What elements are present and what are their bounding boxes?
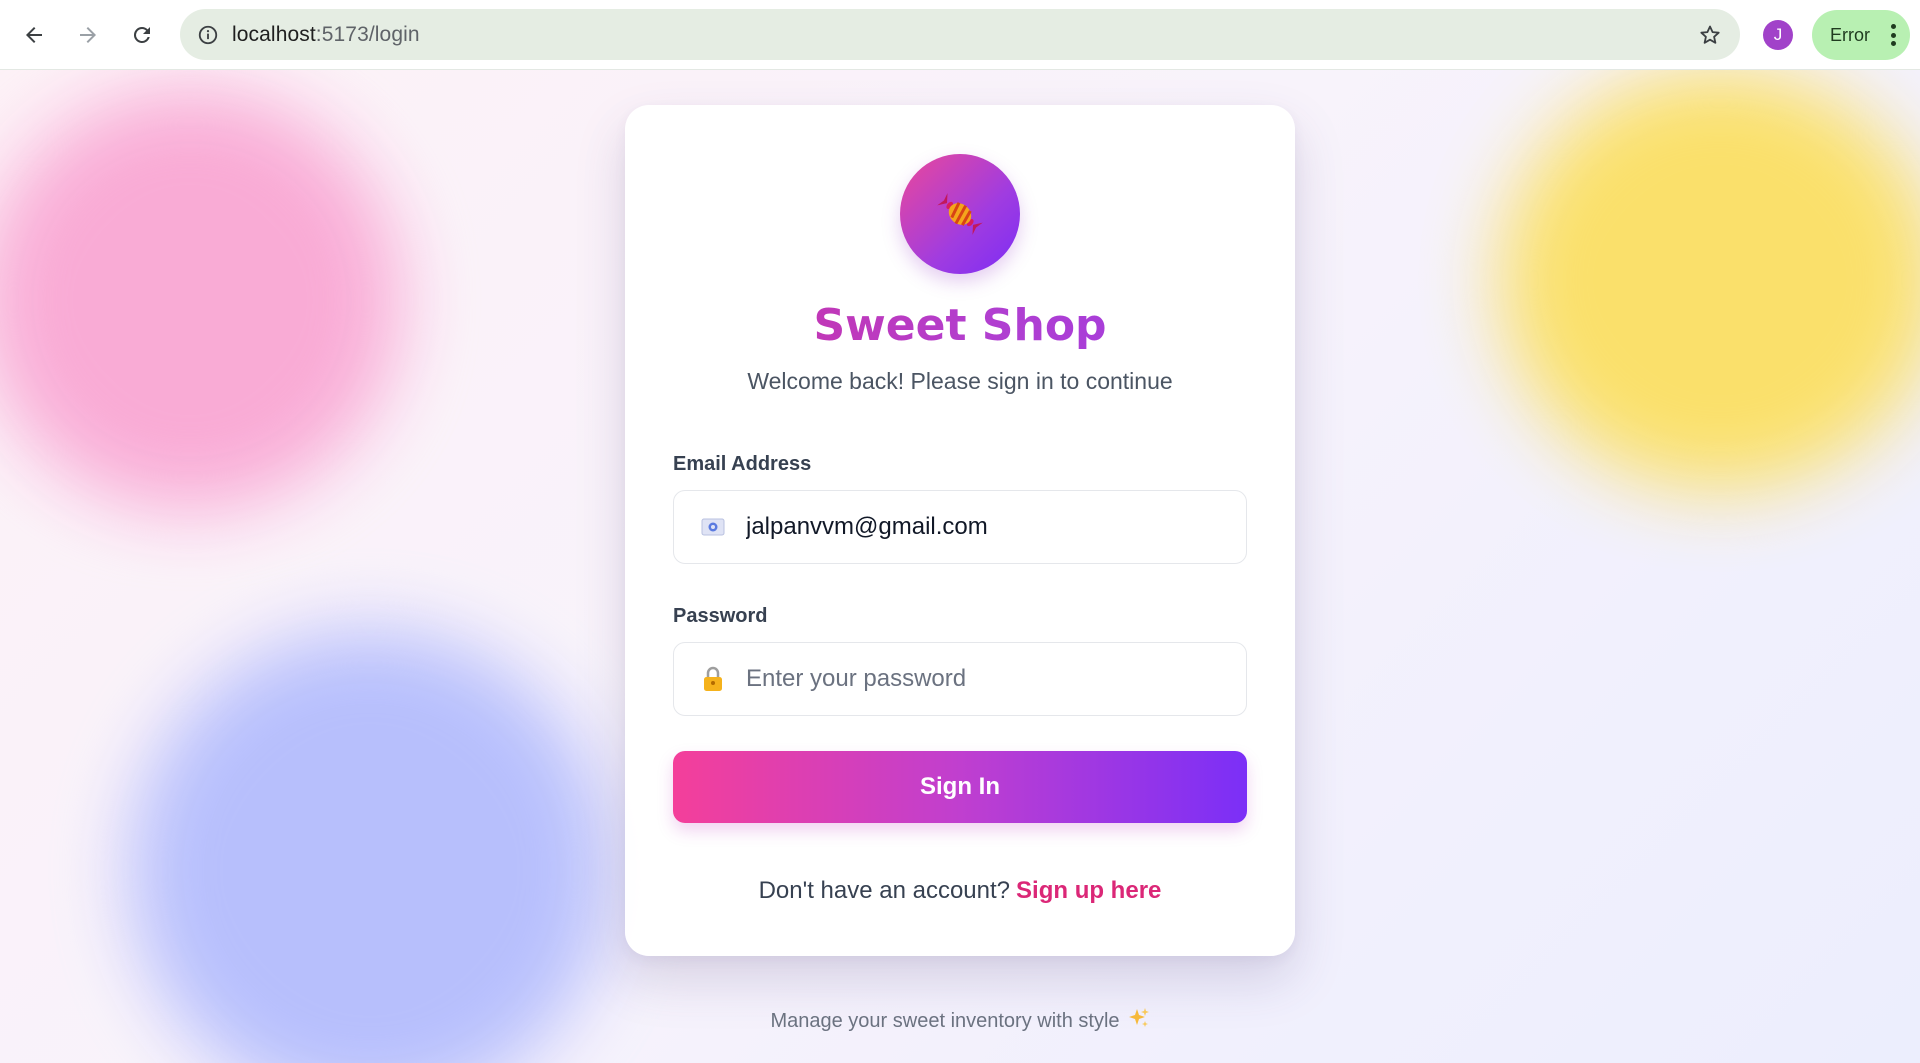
footer-text: Manage your sweet inventory with style <box>770 1010 1120 1032</box>
email-icon <box>700 514 726 540</box>
sparkles-icon <box>1128 1007 1150 1035</box>
decorative-pink-blob <box>0 90 400 510</box>
forward-arrow-icon <box>80 26 96 43</box>
password-label: Password <box>673 605 768 627</box>
login-page: Sweet Shop Welcome back! Please sign in … <box>0 70 1920 1063</box>
error-label: Error <box>1830 24 1870 45</box>
decorative-blue-blob <box>130 630 610 1063</box>
sign-in-button[interactable]: Sign In <box>673 751 1247 823</box>
login-card: Sweet Shop Welcome back! Please sign in … <box>625 105 1295 956</box>
logo <box>900 154 1020 274</box>
url-text[interactable]: localhost:5173/login <box>232 23 420 47</box>
password-field[interactable] <box>673 642 1247 716</box>
signup-prompt-row: Don't have an account? Sign up here <box>625 877 1295 905</box>
url-host: localhost <box>232 22 316 46</box>
back-arrow-icon <box>26 26 42 43</box>
info-icon[interactable] <box>194 21 222 49</box>
star-icon[interactable] <box>1696 21 1724 49</box>
email-input[interactable] <box>746 513 1226 541</box>
decorative-yellow-blob <box>1500 70 1920 490</box>
lock-icon <box>700 666 726 692</box>
signup-link[interactable]: Sign up here <box>1016 877 1161 904</box>
signup-prompt: Don't have an account? <box>758 877 1011 904</box>
welcome-subtitle: Welcome back! Please sign in to continue <box>747 368 1173 394</box>
reload-icon <box>133 26 150 43</box>
email-field[interactable] <box>673 490 1247 564</box>
error-button[interactable]: Error <box>1812 10 1910 60</box>
candy-icon <box>937 193 983 235</box>
address-bar[interactable]: localhost:5173/login <box>180 9 1740 60</box>
password-input[interactable] <box>746 665 1226 693</box>
browser-toolbar: localhost:5173/login J Error <box>0 0 1920 70</box>
url-path: :5173/login <box>315 22 420 46</box>
profile-avatar[interactable]: J <box>1763 20 1793 50</box>
forward-button[interactable] <box>66 13 110 57</box>
back-button[interactable] <box>12 13 56 57</box>
app-title: Sweet Shop <box>625 300 1295 351</box>
reload-button[interactable] <box>120 13 164 57</box>
footer-tagline: Manage your sweet inventory with style <box>0 1007 1920 1035</box>
email-label: Email Address <box>673 453 812 475</box>
kebab-menu-icon[interactable] <box>1890 24 1896 46</box>
